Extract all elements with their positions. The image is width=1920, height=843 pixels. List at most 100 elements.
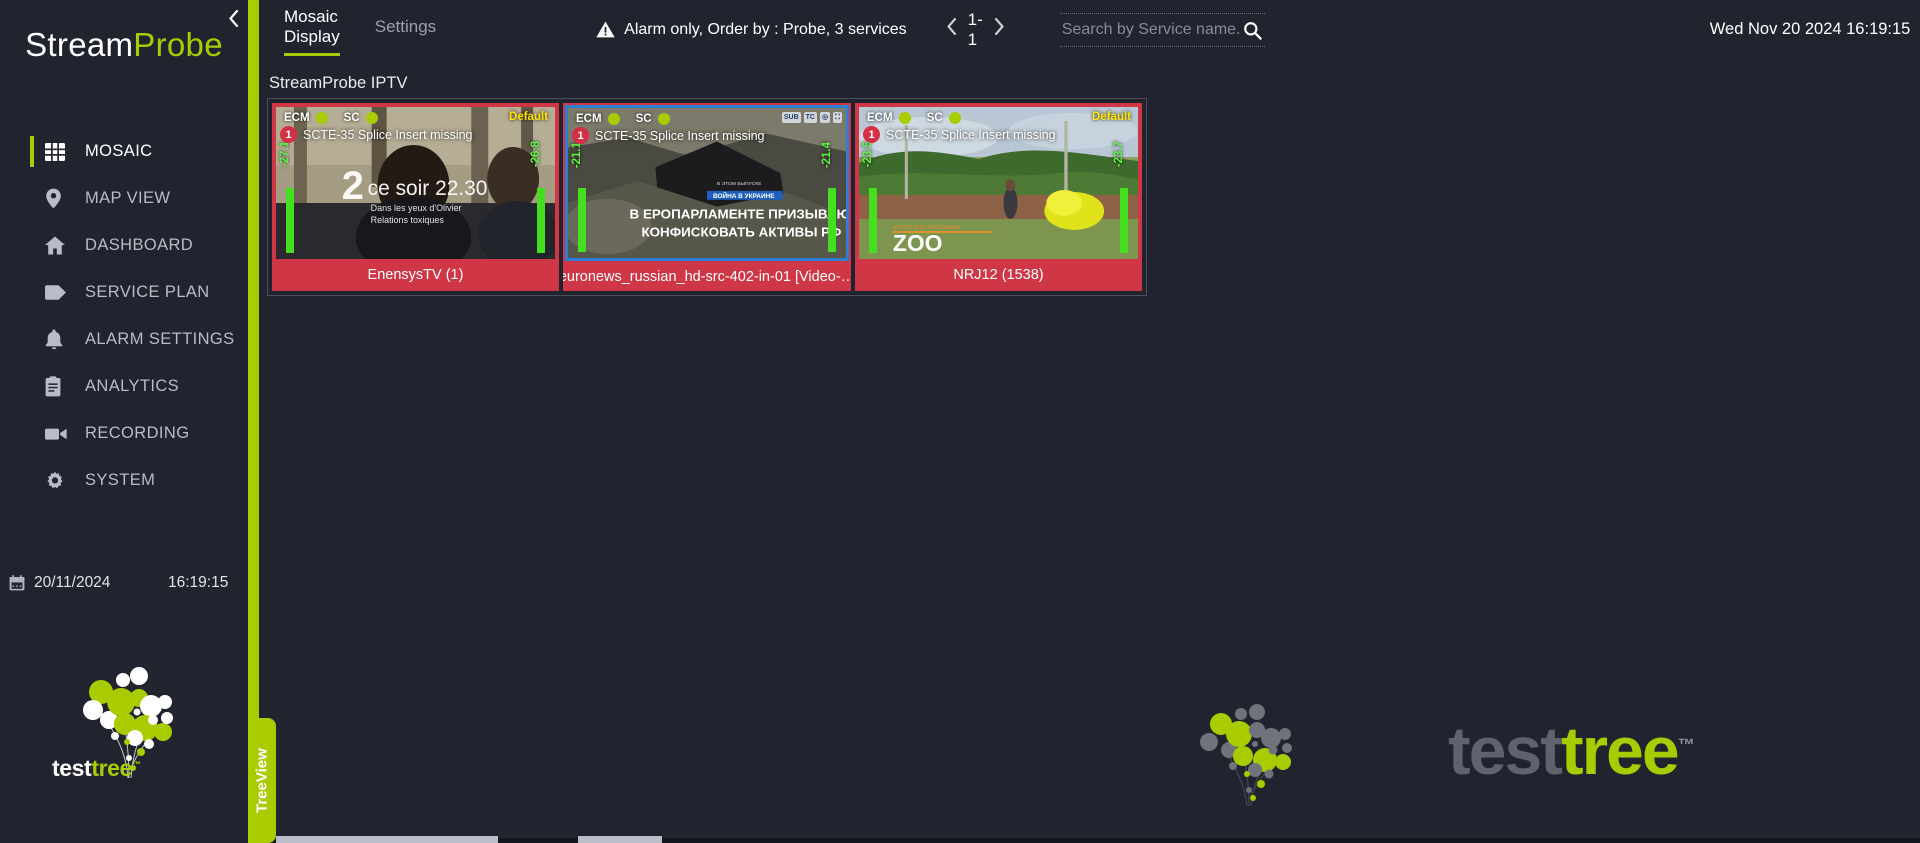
sidebar-collapse-button[interactable] [222,9,244,32]
mosaic-tile[interactable]: UN NOUVEAU PROGRAMME ZOO ECM SC Default … [855,103,1142,291]
tile-audio-meter-left: -21.1 [571,142,593,252]
tile-video-controls[interactable]: SUB TC ◎ ⛶ [781,112,842,123]
svg-text:В ЕРОПАРЛАМЕНТЕ ПРИЗЫВАЮТ: В ЕРОПАРЛАМЕНТЕ ПРИЗЫВАЮТ [630,207,846,222]
sidebar-item-service-plan[interactable]: SERVICE PLAN [0,269,248,316]
tile-audio-meter-value: -27.1 [279,141,291,168]
sidebar-item-recording[interactable]: RECORDING [0,410,248,457]
calendar-icon [9,575,25,591]
svg-text:ВОЙНА В УКРАИНЕ: ВОЙНА В УКРАИНЕ [713,191,775,200]
tile-status-badges: ECM SC [284,112,394,124]
mosaic-tile[interactable]: 2 ce soir 22.30 Dans les yeux d'Olivier … [272,103,559,291]
watermark-trademark: ™ [1677,735,1695,755]
svg-text:Relations toxiques: Relations toxiques [371,215,445,225]
tile-badge-status-dot [657,113,670,125]
search-box[interactable] [1059,12,1265,47]
svg-text:ce soir 22.30: ce soir 22.30 [368,177,488,200]
sidebar-item-label: RECORDING [85,424,190,442]
sidebar-item-label: ANALYTICS [85,377,180,395]
settings-circle-icon[interactable]: ◎ [819,112,831,123]
tile-alarm-count: 1 [280,126,297,143]
sidebar-item-mosaic[interactable]: MOSAIC [0,128,248,175]
taskbar-item-b[interactable] [578,836,662,843]
tile-badge-status-dot [365,112,378,124]
brand-accent-text: tree [91,755,132,781]
sidebar-item-map-view[interactable]: MAP VIEW [0,175,248,222]
top-bar: Mosaic Display Settings Alarm only, Orde… [259,0,1920,59]
tile-audio-meter-right: -21.4 [821,142,843,252]
mosaic-group-title: StreamProbe IPTV [269,74,408,92]
tile-alarm-count: 1 [572,127,589,144]
tile-badge-label: SC [926,112,943,124]
tile-audio-meter-right: -23.7 [1113,141,1135,253]
alarm-filter-text: Alarm only, Order by : Probe, 3 services [624,20,907,38]
mosaic-tile[interactable]: ВОЙНА В УКРАИНЕ В ЭТОМ ВЫПУСКЕ В ЕРОПАРЛ… [563,103,851,291]
bell-icon [45,329,71,351]
search-icon[interactable] [1243,21,1262,45]
watermark-accent-text: tree [1560,713,1680,789]
brand-primary-text: test [52,755,92,781]
chevron-left-icon [228,9,238,28]
taskbar-item-a[interactable] [276,836,498,843]
tile-service-label: euronews_russian_hd-src-402-in-01 [Video… [563,269,851,285]
svg-text:2: 2 [342,164,364,208]
accent-strip [248,0,259,843]
svg-text:Dans les yeux d'Olivier: Dans les yeux d'Olivier [371,203,462,213]
tile-badge-label: ECM [284,112,310,124]
sidebar-brand-name: testtree™ [52,755,212,782]
tile-profile-badge: Default [509,111,548,123]
tile-audio-meter-value: -26.8 [530,141,542,168]
mosaic-grid: 2 ce soir 22.30 Dans les yeux d'Olivier … [267,98,1147,296]
sidebar-item-system[interactable]: SYSTEM [0,457,248,504]
sidebar-item-dashboard[interactable]: DASHBOARD [0,222,248,269]
tile-audio-meter-value: -21.1 [571,142,583,169]
watermark-brand-name: testtree™ [1448,712,1695,790]
map-pin-icon [45,188,71,210]
tile-audio-meter-bar [578,188,586,252]
tile-badge-label: SC [343,112,360,124]
fullscreen-icon[interactable]: ⛶ [833,112,842,123]
treeview-tab[interactable] [248,718,276,843]
sidebar-item-alarm-settings[interactable]: ALARM SETTINGS [0,316,248,363]
sidebar-item-label: SYSTEM [85,471,156,489]
sidebar-datetime: 20/11/2024 16:19:15 [0,572,248,594]
tile-alarm-count: 1 [863,126,880,143]
sidebar-item-label: MAP VIEW [85,189,171,207]
alarm-filter-info: Alarm only, Order by : Probe, 3 services [596,20,907,39]
gear-icon [45,470,71,492]
chevron-left-icon [947,17,956,36]
tile-audio-meter-bar [828,188,836,252]
search-input[interactable] [1059,20,1265,39]
tile-alarm-text: SCTE-35 Splice Insert missing [595,128,765,143]
tile-alarm[interactable]: 1 SCTE-35 Splice Insert missing [863,126,1056,143]
tile-audio-meter-bar [869,188,877,253]
teletext-icon[interactable]: TC [803,112,817,123]
tile-badge-label: ECM [576,113,602,125]
tile-audio-meter-bar [1120,188,1128,253]
tile-badge-status-dot [607,113,620,125]
tile-video-preview[interactable]: 2 ce soir 22.30 Dans les yeux d'Olivier … [276,107,555,259]
sidebar-date: 20/11/2024 [34,574,111,591]
sidebar-time: 16:19:15 [168,574,229,591]
tag-icon [45,282,71,304]
pagination-next-button[interactable] [987,17,1012,41]
tile-video-preview[interactable]: ВОЙНА В УКРАИНЕ В ЭТОМ ВЫПУСКЕ В ЕРОПАРЛ… [565,105,849,261]
sidebar-item-label: SERVICE PLAN [85,283,210,301]
tab-settings[interactable]: Settings [375,17,436,43]
subtitle-icon[interactable]: SUB [781,112,801,123]
tile-audio-meter-left: -27.1 [279,141,301,253]
tile-audio-meter-right: -26.8 [530,141,552,253]
tab-mosaic-display[interactable]: Mosaic Display [284,7,340,56]
tile-alarm[interactable]: 1 SCTE-35 Splice Insert missing [572,127,765,144]
pagination-prev-button[interactable] [939,17,964,41]
logo-accent-text: Probe [133,26,223,63]
svg-text:В ЭТОМ ВЫПУСКЕ: В ЭТОМ ВЫПУСКЕ [717,181,762,187]
sidebar-item-label: MOSAIC [85,142,153,160]
sidebar-item-label: DASHBOARD [85,236,194,254]
tile-video-preview[interactable]: UN NOUVEAU PROGRAMME ZOO ECM SC Default … [859,107,1138,259]
tile-badge-status-dot [898,112,911,124]
sidebar-nav: MOSAIC MAP VIEW DASHBOARD SERVICE PLAN A… [0,128,248,504]
tile-audio-meter-bar [286,188,294,253]
tile-alarm[interactable]: 1 SCTE-35 Splice Insert missing [280,126,473,143]
tile-badge-status-dot [948,112,961,124]
sidebar-item-analytics[interactable]: ANALYTICS [0,363,248,410]
